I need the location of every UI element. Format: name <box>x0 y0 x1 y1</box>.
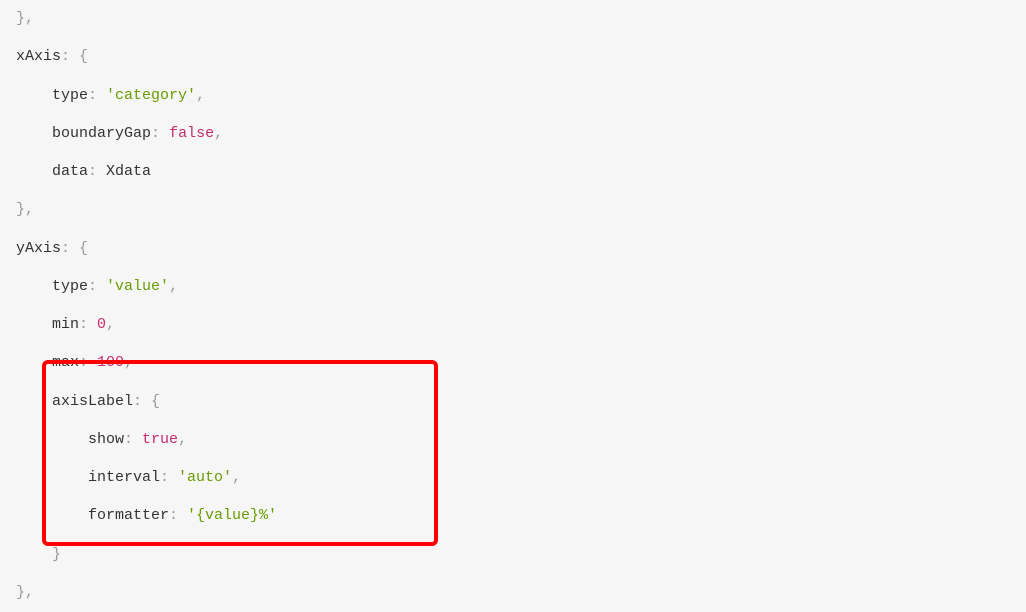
key-formatter: formatter <box>88 507 169 524</box>
value-100: 100 <box>97 354 124 371</box>
code-line: type: 'value', <box>16 268 1026 306</box>
key-axislabel: axisLabel <box>52 393 133 410</box>
value-true: true <box>142 431 178 448</box>
brace-close: } <box>52 546 61 563</box>
brace-close: }, <box>16 201 34 218</box>
brace-close: }, <box>16 10 34 27</box>
key-max: max <box>52 354 79 371</box>
value-value: 'value' <box>106 278 169 295</box>
value-zero: 0 <box>97 316 106 333</box>
code-line: }, <box>16 191 1026 229</box>
key-interval: interval <box>88 469 160 486</box>
code-line: interval: 'auto', <box>16 459 1026 497</box>
key-yaxis: yAxis <box>16 240 61 257</box>
code-line: type: 'category', <box>16 77 1026 115</box>
key-show: show <box>88 431 124 448</box>
code-line: yAxis: { <box>16 230 1026 268</box>
code-block: }, xAxis: { type: 'category', boundaryGa… <box>0 0 1026 612</box>
value-formatter: '{value}%' <box>187 507 277 524</box>
key-min: min <box>52 316 79 333</box>
value-category: 'category' <box>106 87 196 104</box>
brace-close: }, <box>16 584 34 601</box>
code-line: max: 100, <box>16 344 1026 382</box>
code-line: min: 0, <box>16 306 1026 344</box>
value-false: false <box>169 125 214 142</box>
code-line: boundaryGap: false, <box>16 115 1026 153</box>
value-auto: 'auto' <box>178 469 232 486</box>
code-line: } <box>16 536 1026 574</box>
code-line: show: true, <box>16 421 1026 459</box>
value-xdata: Xdata <box>106 163 151 180</box>
code-line: formatter: '{value}%' <box>16 497 1026 535</box>
key-data: data <box>52 163 88 180</box>
code-line: }, <box>16 0 1026 38</box>
code-line: axisLabel: { <box>16 383 1026 421</box>
code-line: data: Xdata <box>16 153 1026 191</box>
key-type: type <box>52 278 88 295</box>
key-type: type <box>52 87 88 104</box>
key-boundarygap: boundaryGap <box>52 125 151 142</box>
code-line: xAxis: { <box>16 38 1026 76</box>
key-xaxis: xAxis <box>16 48 61 65</box>
